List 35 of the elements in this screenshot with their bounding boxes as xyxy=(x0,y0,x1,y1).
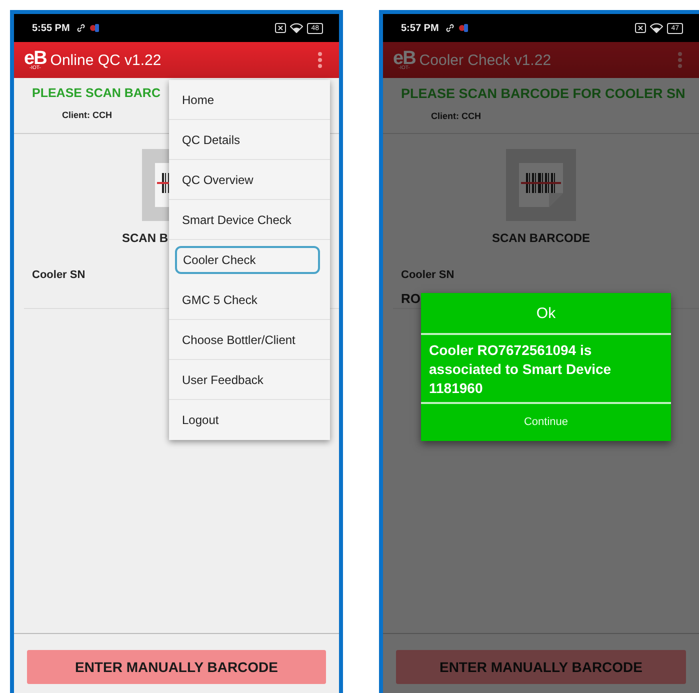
menu-item[interactable]: GMC 5 Check xyxy=(169,280,330,320)
menu-item[interactable]: Choose Bottler/Client xyxy=(169,320,330,360)
app-notification-icon xyxy=(90,23,99,33)
barcode-scan-button[interactable] xyxy=(506,149,576,221)
menu-item[interactable]: Smart Device Check xyxy=(169,200,330,240)
no-sim-icon xyxy=(275,23,286,33)
app-notification-icon xyxy=(458,23,468,33)
menu-item[interactable]: Logout xyxy=(169,400,330,440)
menu-item[interactable]: Cooler Check xyxy=(175,246,320,274)
instruction-heading: PLEASE SCAN BARC xyxy=(32,86,160,100)
menu-item[interactable]: Home xyxy=(169,80,330,120)
wifi-icon xyxy=(290,23,304,33)
menu-item[interactable]: QC Overview xyxy=(169,160,330,200)
menu-item[interactable]: User Feedback xyxy=(169,360,330,400)
status-time: 5:57 PM xyxy=(401,22,439,34)
scan-barcode-label: SCAN B xyxy=(122,231,168,245)
dialog-message: Cooler RO7672561094 is associated to Smart Device 1181960 xyxy=(421,335,671,404)
field-label: Cooler SN xyxy=(401,269,456,281)
wifi-icon xyxy=(650,23,664,33)
instruction-heading: PLEASE SCAN BARCODE FOR COOLER SN xyxy=(401,86,686,101)
link-icon xyxy=(444,23,455,33)
no-sim-icon xyxy=(635,23,646,33)
menu-item[interactable]: QC Details xyxy=(169,120,330,160)
field-label: Cooler SN xyxy=(32,269,86,281)
client-label: Client: CCH xyxy=(62,110,113,120)
dialog-title: Ok xyxy=(421,293,671,335)
more-menu-icon[interactable] xyxy=(317,51,323,69)
link-icon xyxy=(76,23,86,33)
client-label: Client: CCH xyxy=(431,111,482,121)
app-title: Cooler Check v1.22 xyxy=(419,52,552,68)
app-title: Online QC v1.22 xyxy=(50,52,162,68)
enter-manually-button[interactable]: ENTER MANUALLY BARCODE xyxy=(27,650,326,684)
status-time: 5:55 PM xyxy=(32,22,70,34)
scan-barcode-label: SCAN BARCODE xyxy=(492,231,590,245)
more-menu-icon[interactable] xyxy=(677,51,683,69)
